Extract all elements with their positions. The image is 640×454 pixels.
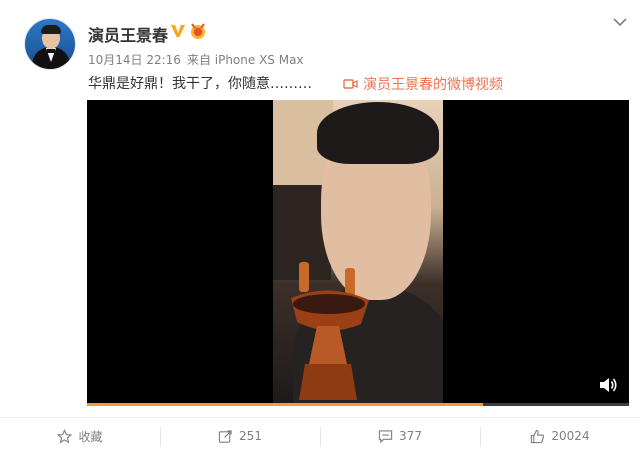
repost-icon	[218, 429, 232, 443]
star-icon	[57, 428, 73, 443]
speaker-icon[interactable]	[598, 376, 618, 394]
repost-button[interactable]: 251	[160, 418, 320, 454]
avatar-hair	[41, 25, 61, 34]
favorite-button[interactable]: 收藏	[0, 418, 160, 454]
video-progress-fill	[87, 403, 483, 406]
video-link-label: 演员王景春的微博视频	[363, 77, 503, 93]
avatar[interactable]	[24, 18, 76, 70]
video-player[interactable]	[87, 100, 629, 406]
comment-icon	[378, 429, 393, 443]
chevron-down-icon[interactable]	[612, 16, 628, 28]
verified-v-icon	[171, 25, 185, 37]
weibo-post-card: 演员王景春 10月14日 22:16 来自 iPhone XS Max 华鼎是好鼎…	[0, 0, 640, 454]
like-button[interactable]: 20024	[480, 418, 640, 454]
video-person-hair	[317, 102, 439, 164]
avatar-bowtie	[47, 49, 55, 53]
video-camera-icon	[343, 79, 358, 89]
favorite-label: 收藏	[78, 429, 103, 444]
medal-badge-icon[interactable]	[188, 22, 208, 40]
like-count: 20024	[551, 429, 590, 443]
post-text: 华鼎是好鼎！我干了，你随意………	[88, 76, 312, 92]
comment-count: 377	[399, 429, 422, 443]
author-name[interactable]: 演员王景春	[88, 22, 168, 46]
video-frame	[273, 100, 443, 406]
action-bar: 收藏 251 377 20024	[0, 417, 640, 454]
like-icon	[531, 429, 545, 443]
trophy-cup	[291, 262, 369, 400]
comment-button[interactable]: 377	[320, 418, 480, 454]
post-date[interactable]: 10月14日 22:16	[88, 53, 181, 67]
repost-count: 251	[239, 429, 262, 443]
post-source: 来自 iPhone XS Max	[186, 53, 304, 67]
post-meta: 10月14日 22:16 来自 iPhone XS Max	[88, 51, 304, 68]
video-link[interactable]: 演员王景春的微博视频	[343, 74, 503, 94]
